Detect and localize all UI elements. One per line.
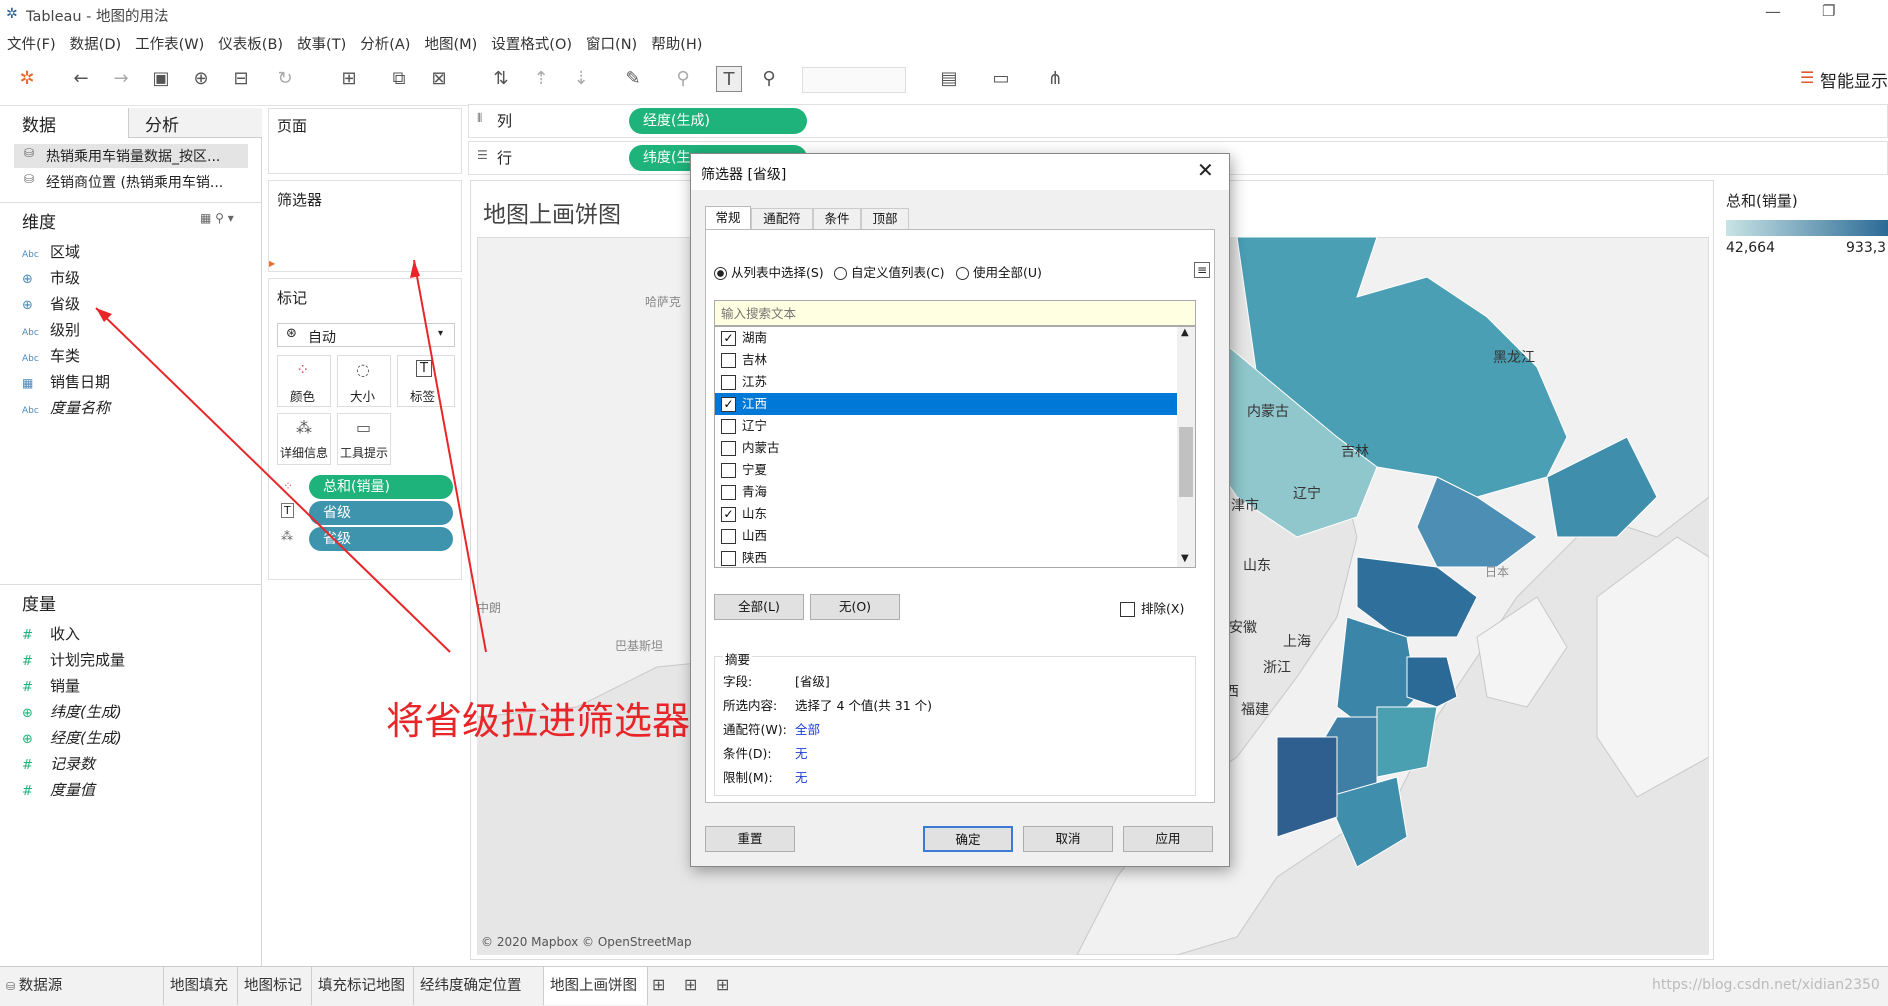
value-list-item[interactable]: 吉林 <box>715 349 1177 371</box>
checkbox[interactable] <box>721 353 736 368</box>
search-input[interactable] <box>714 300 1196 326</box>
new-dashboard-icon[interactable]: ⊞ <box>684 975 697 994</box>
tab-condition[interactable]: 条件 <box>813 208 861 230</box>
checkbox[interactable] <box>721 485 736 500</box>
filter-dialog: 筛选器 [省级] ✕ 常规 通配符 条件 顶部 从列表中选择(S) 自定义值列表… <box>690 153 1230 867</box>
new-story-icon[interactable]: ⊞ <box>716 975 729 994</box>
summary-value: 无 <box>795 770 808 785</box>
tab-general[interactable]: 常规 <box>705 206 751 230</box>
radio-use-all[interactable]: 使用全部(U) <box>956 262 1042 281</box>
checkbox[interactable] <box>721 441 736 456</box>
value-list-item[interactable]: 内蒙古 <box>715 437 1177 459</box>
new-worksheet-icon[interactable]: ⊞ <box>652 975 665 994</box>
value-list-item[interactable]: 青海 <box>715 481 1177 503</box>
select-all-button[interactable]: 全部(L) <box>714 594 804 620</box>
value-list-item[interactable]: 宁夏 <box>715 459 1177 481</box>
dialog-title: 筛选器 [省级] <box>701 167 787 183</box>
value-list-item[interactable]: 陕西 <box>715 547 1177 567</box>
radio-from-list[interactable]: 从列表中选择(S) <box>714 262 824 281</box>
cancel-button[interactable]: 取消 <box>1023 826 1113 852</box>
checkbox[interactable]: ✓ <box>721 507 736 522</box>
close-icon[interactable]: ✕ <box>1197 158 1214 182</box>
summary-value: [省级] <box>795 674 830 689</box>
value-list-item[interactable]: 山西 <box>715 525 1177 547</box>
exclude-checkbox[interactable]: 排除(X) <box>1120 598 1184 617</box>
watermark: https://blog.csdn.net/xidian2350 <box>1652 977 1880 993</box>
summary-key: 所选内容: <box>723 698 778 713</box>
sheet-tab[interactable]: 填充标记地图 <box>312 967 414 1005</box>
general-tab-panel: 从列表中选择(S) 自定义值列表(C) 使用全部(U) ≡ ✓湖南吉林江苏✓江西… <box>705 229 1215 803</box>
scroll-thumb[interactable] <box>1179 427 1193 497</box>
summary-key: 字段: <box>723 674 753 689</box>
scroll-down-icon[interactable]: ▼ <box>1181 553 1189 564</box>
checkbox[interactable] <box>721 419 736 434</box>
ok-button[interactable]: 确定 <box>923 826 1013 852</box>
radio-custom-list[interactable]: 自定义值列表(C) <box>834 262 944 281</box>
summary-value: 无 <box>795 746 808 761</box>
sheet-tab[interactable]: 经纬度确定位置 <box>414 967 544 1005</box>
value-list-item[interactable]: ✓ 湖南 <box>715 327 1177 349</box>
tab-datasource[interactable]: ⛁ 数据源 <box>0 967 164 1005</box>
checkbox[interactable] <box>721 551 736 566</box>
value-list: ✓ 湖南 吉林 江苏 ✓ 江西 辽宁 内蒙古 宁夏 青海 ✓ 山东 山西 陕西 ▲ ▼ <box>714 326 1196 568</box>
summary-value: 选择了 4 个值(共 31 个) <box>795 698 933 713</box>
checkbox[interactable]: ✓ <box>721 397 736 412</box>
sheet-tab[interactable]: 地图填充 <box>164 967 238 1005</box>
tab-top[interactable]: 顶部 <box>861 208 909 230</box>
summary-value: 全部 <box>795 722 821 737</box>
value-list-item[interactable]: 江苏 <box>715 371 1177 393</box>
scroll-up-icon[interactable]: ▲ <box>1181 327 1189 338</box>
sheet-tab[interactable]: 地图上画饼图 <box>544 967 648 1005</box>
checkbox[interactable] <box>721 375 736 390</box>
checkbox[interactable] <box>721 529 736 544</box>
tab-wildcard[interactable]: 通配符 <box>751 208 813 230</box>
apply-button[interactable]: 应用 <box>1123 826 1213 852</box>
value-list-item[interactable]: ✓ 江西 <box>715 393 1177 415</box>
value-list-item[interactable]: ✓ 山东 <box>715 503 1177 525</box>
checkbox[interactable]: ✓ <box>721 331 736 346</box>
summary-box: 摘要 字段: [省级] 所选内容: 选择了 4 个值(共 31 个) 通配符(W): 全部… <box>714 649 1196 796</box>
summary-label: 摘要 <box>723 649 753 668</box>
sheet-tab[interactable]: 地图标记 <box>238 967 312 1005</box>
summary-key: 通配符(W): <box>723 722 787 737</box>
list-options-icon[interactable]: ≡ <box>1194 262 1211 278</box>
value-list-item[interactable]: 辽宁 <box>715 415 1177 437</box>
sheet-tabs-bar: ⛁ 数据源 地图填充 地图标记 填充标记地图 经纬度确定位置 地图上画饼图 ⊞ ⊞ ⊞ … <box>0 966 1888 1006</box>
summary-key: 限制(M): <box>723 770 773 785</box>
datasource-icon: ⛁ <box>6 980 19 993</box>
reset-button[interactable]: 重置 <box>705 826 795 852</box>
scrollbar[interactable]: ▲ ▼ <box>1177 327 1195 567</box>
summary-key: 条件(D): <box>723 746 772 761</box>
select-none-button[interactable]: 无(O) <box>810 594 900 620</box>
checkbox[interactable] <box>721 463 736 478</box>
